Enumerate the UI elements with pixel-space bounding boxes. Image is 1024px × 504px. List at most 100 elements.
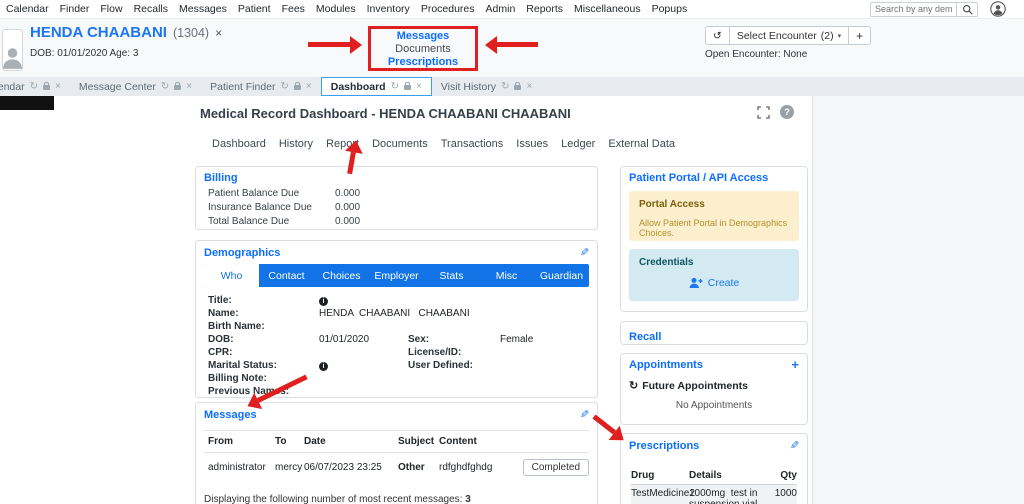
menu-fees[interactable]: Fees bbox=[282, 3, 305, 15]
create-label: Create bbox=[707, 277, 740, 289]
subnav-external-data[interactable]: External Data bbox=[608, 138, 675, 150]
select-encounter-button[interactable]: Select Encounter (2) ▾ bbox=[729, 26, 850, 45]
table-row[interactable]: administrator mercy 06/07/2023 23:25 Oth… bbox=[204, 453, 589, 482]
search-input[interactable] bbox=[870, 1, 956, 17]
subnav-transactions[interactable]: Transactions bbox=[441, 138, 504, 150]
encounter-count: (2) bbox=[820, 29, 834, 42]
menu-calendar[interactable]: Calendar bbox=[6, 3, 49, 15]
page-title: Medical Record Dashboard - HENDA CHAABAN… bbox=[200, 106, 571, 121]
info-icon[interactable]: i bbox=[319, 362, 328, 371]
billing-row: Insurance Balance Due 0.000 bbox=[196, 201, 597, 215]
refresh-icon[interactable]: ↻ bbox=[629, 379, 638, 392]
billing-row: Patient Balance Due 0.000 bbox=[196, 187, 597, 201]
top-menu-bar: Calendar Finder Flow Recalls Messages Pa… bbox=[0, 0, 1024, 19]
field-value: i bbox=[319, 359, 408, 372]
subnav-documents[interactable]: Documents bbox=[372, 138, 428, 150]
demo-tab-who[interactable]: Who bbox=[204, 264, 259, 287]
menu-messages[interactable]: Messages bbox=[179, 3, 227, 15]
patient-close-icon[interactable]: × bbox=[215, 26, 222, 40]
user-avatar-icon[interactable] bbox=[990, 1, 1006, 17]
field-label: DOB: bbox=[208, 334, 234, 345]
menu-procedures[interactable]: Procedures bbox=[421, 3, 475, 15]
no-appointments-text: No Appointments bbox=[675, 400, 753, 411]
black-strip bbox=[0, 96, 54, 110]
create-credentials-button[interactable]: Create bbox=[639, 277, 789, 289]
encounter-history-button[interactable]: ↺ bbox=[705, 26, 730, 45]
refresh-icon[interactable]: ↻ bbox=[501, 81, 509, 92]
edit-icon[interactable]: ✎ bbox=[580, 408, 589, 421]
tab-calendar[interactable]: Calendar ↻ × bbox=[0, 77, 70, 96]
subnav-history[interactable]: History bbox=[279, 138, 313, 150]
demo-tab-guardian[interactable]: Guardian bbox=[534, 264, 589, 287]
search-button[interactable] bbox=[956, 1, 978, 17]
menu-miscellaneous[interactable]: Miscellaneous bbox=[574, 3, 641, 15]
demo-tab-employer[interactable]: Employer bbox=[369, 264, 424, 287]
help-icon[interactable]: ? bbox=[780, 105, 794, 119]
menu-popups[interactable]: Popups bbox=[652, 3, 688, 15]
edit-icon[interactable]: ✎ bbox=[790, 439, 799, 452]
refresh-icon[interactable]: ↻ bbox=[161, 81, 169, 92]
close-icon[interactable]: × bbox=[186, 81, 192, 92]
refresh-icon[interactable]: ↻ bbox=[391, 81, 399, 92]
subnav-issues[interactable]: Issues bbox=[516, 138, 548, 150]
field-value: i bbox=[319, 294, 408, 307]
future-appointments-row: ↻ Future Appointments bbox=[621, 374, 807, 393]
demo-tab-choices[interactable]: Choices bbox=[314, 264, 369, 287]
field-label: Marital Status: bbox=[208, 360, 277, 371]
close-icon[interactable]: × bbox=[526, 81, 532, 92]
menu-inventory[interactable]: Inventory bbox=[367, 3, 410, 15]
prescriptions-table: Drug Details Qty TestMedicine2 1000mg te… bbox=[631, 467, 797, 504]
demo-tab-stats[interactable]: Stats bbox=[424, 264, 479, 287]
subnav-dashboard[interactable]: Dashboard bbox=[212, 138, 266, 150]
table-row[interactable]: TestMedicine2 1000mg test in suspension … bbox=[631, 485, 797, 504]
patient-name[interactable]: HENDA CHAABANI bbox=[30, 24, 167, 41]
field-value bbox=[319, 372, 408, 385]
tab-dashboard[interactable]: Dashboard ↻ × bbox=[320, 77, 432, 96]
subnav-ledger[interactable]: Ledger bbox=[561, 138, 595, 150]
messages-link[interactable]: Messages bbox=[371, 30, 475, 43]
tab-label: Calendar bbox=[0, 80, 25, 93]
add-encounter-button[interactable]: + bbox=[849, 26, 872, 45]
menu-finder[interactable]: Finder bbox=[60, 3, 90, 15]
demographics-fields: Title: i Name: HENDA CHAABANI CHAABANI Bir… bbox=[196, 287, 597, 398]
patient-avatar[interactable] bbox=[2, 29, 23, 71]
refresh-icon[interactable]: ↻ bbox=[30, 81, 38, 92]
menu-reports[interactable]: Reports bbox=[526, 3, 563, 15]
rx-qty: 1000 bbox=[774, 488, 797, 499]
message-status-button[interactable]: Completed bbox=[522, 459, 589, 476]
tab-label: Dashboard bbox=[330, 80, 386, 93]
close-icon[interactable]: × bbox=[416, 81, 422, 92]
lock-icon bbox=[403, 82, 411, 90]
close-icon[interactable]: × bbox=[55, 81, 61, 92]
demographics-title: Demographics bbox=[204, 246, 281, 259]
lock-icon bbox=[514, 82, 522, 90]
documents-link[interactable]: Documents bbox=[371, 43, 475, 56]
appointments-title: Appointments bbox=[629, 359, 703, 371]
left-column: Billing Patient Balance Due 0.000 Insura… bbox=[195, 166, 598, 504]
tab-visit-history[interactable]: Visit History ↻ × bbox=[432, 77, 541, 96]
prescriptions-title: Prescriptions bbox=[629, 439, 700, 452]
menu-admin[interactable]: Admin bbox=[486, 3, 516, 15]
refresh-icon[interactable]: ↻ bbox=[281, 81, 289, 92]
dashboard-subnav: Dashboard History Report Documents Trans… bbox=[212, 138, 675, 150]
col-header-from: From bbox=[208, 436, 233, 447]
menu-patient[interactable]: Patient bbox=[238, 3, 271, 15]
menu-flow[interactable]: Flow bbox=[100, 3, 122, 15]
menu-recalls[interactable]: Recalls bbox=[134, 3, 168, 15]
demo-tab-misc[interactable]: Misc bbox=[479, 264, 534, 287]
messages-table: From To Date Subject Content administrat… bbox=[204, 430, 589, 482]
close-icon[interactable]: × bbox=[306, 81, 312, 92]
chevron-down-icon: ▾ bbox=[837, 32, 842, 40]
prescriptions-link[interactable]: Prescriptions bbox=[371, 56, 475, 69]
add-appointment-button[interactable]: + bbox=[791, 358, 799, 371]
info-icon[interactable]: i bbox=[319, 297, 328, 306]
tab-message-center[interactable]: Message Center ↻ × bbox=[70, 77, 201, 96]
expand-button[interactable] bbox=[757, 106, 770, 124]
patient-header: HENDA CHAABANI (1304) × DOB: 01/01/2020 … bbox=[0, 19, 1024, 77]
edit-icon[interactable]: ✎ bbox=[580, 246, 589, 259]
demo-tab-contact[interactable]: Contact bbox=[259, 264, 314, 287]
menu-modules[interactable]: Modules bbox=[316, 3, 356, 15]
billing-value: 0.000 bbox=[335, 188, 361, 199]
tab-patient-finder[interactable]: Patient Finder ↻ × bbox=[201, 77, 321, 96]
portal-title: Patient Portal / API Access bbox=[629, 172, 769, 184]
